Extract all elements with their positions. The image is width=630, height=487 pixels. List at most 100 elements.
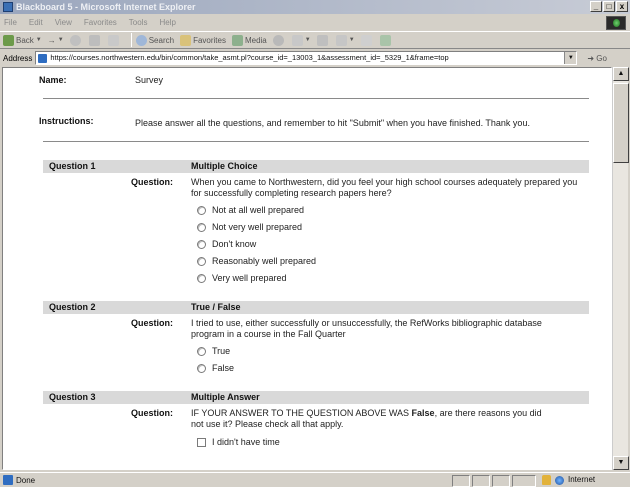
status-pane: [492, 475, 510, 487]
print-button[interactable]: [316, 34, 330, 46]
option-label: Not at all well prepared: [212, 205, 305, 215]
question-2-header: Question 2 True / False: [43, 301, 589, 314]
forward-button[interactable]: → ▼: [48, 36, 64, 45]
menu-tools[interactable]: Tools: [129, 18, 148, 27]
maximize-button[interactable]: □: [603, 1, 615, 12]
question-type: Multiple Answer: [191, 392, 260, 402]
refresh-button[interactable]: [88, 34, 102, 46]
menu-view[interactable]: View: [55, 18, 72, 27]
scroll-down-icon[interactable]: ▼: [613, 456, 629, 470]
answer-option[interactable]: Not at all well prepared: [197, 205, 304, 215]
vertical-scrollbar[interactable]: ▲ ▼: [612, 67, 629, 470]
address-url: https://courses.northwestern.edu/bin/com…: [50, 53, 449, 62]
go-button[interactable]: ➜ Go: [587, 54, 607, 63]
menu-help[interactable]: Help: [159, 18, 175, 27]
status-text: Done: [16, 475, 36, 485]
stop-button[interactable]: [69, 34, 83, 46]
question-label: Question:: [131, 177, 173, 187]
answer-option[interactable]: I didn't have time: [197, 437, 280, 447]
menu-favorites[interactable]: Favorites: [84, 18, 117, 27]
mail-icon: [291, 34, 303, 46]
home-icon: [107, 34, 119, 46]
chevron-down-icon[interactable]: ▼: [36, 37, 42, 43]
edit-icon: [335, 34, 347, 46]
menu-file[interactable]: File: [4, 18, 17, 27]
question-number: Question 2: [49, 302, 96, 312]
toolbar-separator: [130, 33, 132, 47]
radio-button[interactable]: [197, 363, 206, 373]
answer-option[interactable]: Not very well prepared: [197, 222, 302, 232]
radio-button[interactable]: [197, 256, 206, 266]
media-icon: [231, 34, 243, 46]
radio-button[interactable]: [197, 273, 206, 283]
minimize-button[interactable]: _: [590, 1, 602, 12]
refresh-icon: [88, 34, 100, 46]
mail-button[interactable]: ▼: [291, 34, 311, 46]
close-button[interactable]: x: [616, 1, 628, 12]
option-label: False: [212, 363, 235, 373]
home-button[interactable]: [107, 34, 121, 46]
menu-bar: File Edit View Favorites Tools Help: [0, 14, 630, 31]
history-icon: [272, 34, 284, 46]
radio-button[interactable]: [197, 346, 206, 356]
address-input[interactable]: https://courses.northwestern.edu/bin/com…: [35, 51, 578, 65]
favorites-icon: [180, 34, 192, 46]
scrollbar-thumb[interactable]: [613, 83, 629, 163]
answer-option[interactable]: True: [197, 346, 230, 356]
status-pane: [512, 475, 536, 487]
question-text: IF YOUR ANSWER TO THE QUESTION ABOVE WAS…: [191, 408, 551, 430]
favorites-button[interactable]: Favorites: [180, 34, 226, 46]
question-3-header: Question 3 Multiple Answer: [43, 391, 589, 404]
page-icon: [38, 54, 48, 63]
name-label: Name:: [39, 75, 67, 85]
browser-window: Blackboard 5 - Microsoft Internet Explor…: [0, 0, 630, 487]
favorites-label: Favorites: [193, 35, 226, 45]
question-label: Question:: [131, 318, 173, 328]
scroll-up-icon[interactable]: ▲: [613, 67, 629, 81]
go-arrow-icon: ➜: [587, 53, 595, 63]
globe-icon: [555, 476, 564, 485]
media-button[interactable]: Media: [231, 34, 267, 46]
chevron-down-icon[interactable]: ▼: [305, 37, 311, 43]
option-label: Don't know: [212, 239, 257, 249]
discuss-button[interactable]: [360, 34, 374, 46]
option-label: Not very well prepared: [212, 222, 303, 232]
search-button[interactable]: Search: [135, 34, 175, 46]
edit-button[interactable]: ▼: [335, 34, 355, 46]
standard-toolbar: Back ▼ → ▼ Search Favorites Media ▼ ▼: [0, 31, 630, 49]
question-type: Multiple Choice: [191, 161, 258, 171]
question-type: True / False: [191, 302, 241, 312]
answer-option[interactable]: False: [197, 363, 234, 373]
question-1-header: Question 1 Multiple Choice: [43, 160, 589, 173]
question-text: When you came to Northwestern, did you f…: [191, 177, 578, 198]
checkbox[interactable]: [197, 437, 206, 447]
page-viewport: Name: Survey Instructions: Please answer…: [2, 67, 612, 470]
radio-button[interactable]: [197, 222, 206, 232]
radio-button[interactable]: [197, 239, 206, 249]
search-label: Search: [148, 35, 175, 45]
answer-option[interactable]: Very well prepared: [197, 273, 287, 283]
history-button[interactable]: [272, 34, 286, 46]
chevron-down-icon[interactable]: ▼: [349, 37, 355, 43]
search-icon: [135, 34, 147, 46]
media-label: Media: [244, 35, 267, 45]
question-text: I tried to use, either successfully or u…: [191, 318, 542, 339]
radio-button[interactable]: [197, 205, 206, 215]
status-bar: Done Internet: [0, 472, 630, 487]
done-page-icon: [3, 475, 13, 485]
chevron-down-icon[interactable]: ▼: [58, 37, 64, 43]
discuss-icon: [360, 34, 372, 46]
title-bar: Blackboard 5 - Microsoft Internet Explor…: [0, 0, 630, 14]
question-label: Question:: [131, 408, 173, 418]
windows-logo-icon: [606, 16, 626, 30]
option-label: True: [212, 346, 231, 356]
back-button[interactable]: Back ▼: [3, 34, 42, 46]
menu-edit[interactable]: Edit: [29, 18, 43, 27]
question-text-emphasis: False: [411, 408, 435, 418]
messenger-button[interactable]: [379, 34, 393, 46]
answer-option[interactable]: Reasonably well prepared: [197, 256, 316, 266]
chevron-down-icon[interactable]: ▼: [564, 52, 577, 64]
print-icon: [316, 34, 328, 46]
question-number: Question 3: [49, 392, 96, 402]
answer-option[interactable]: Don't know: [197, 239, 256, 249]
